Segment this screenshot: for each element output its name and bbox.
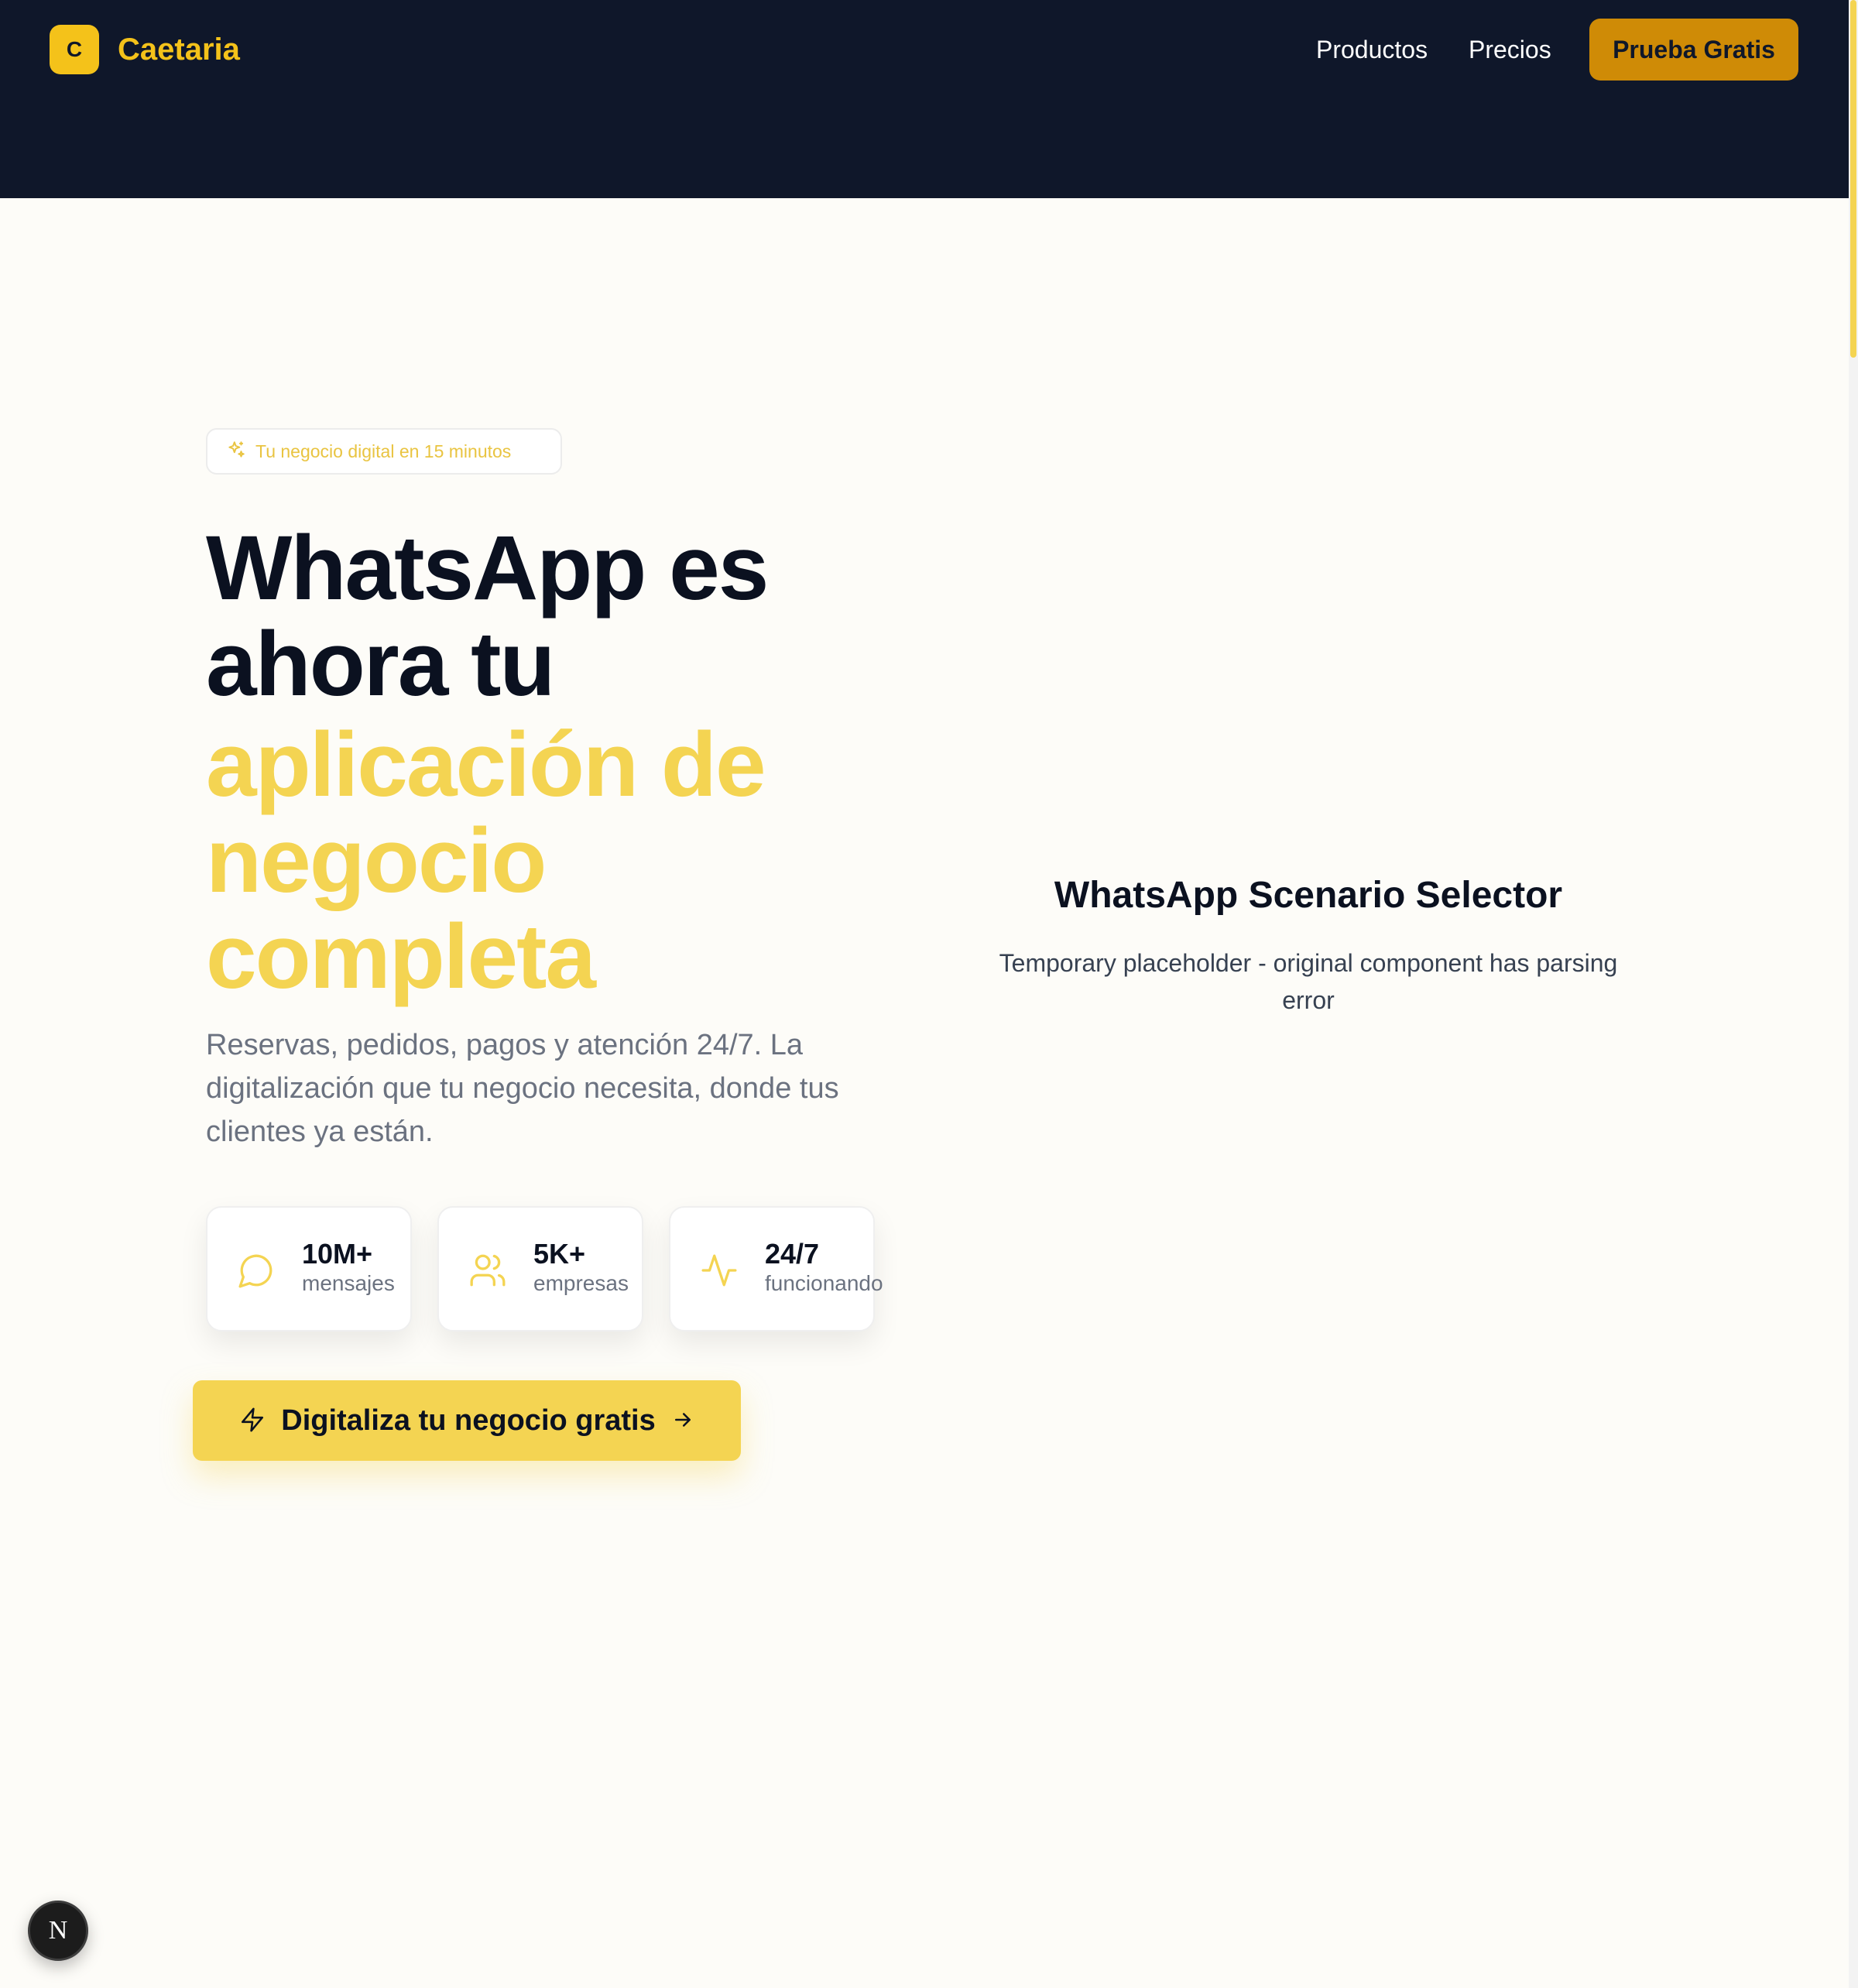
headline-line: ahora tu: [206, 613, 556, 715]
nextjs-dev-badge[interactable]: N: [28, 1901, 88, 1961]
message-circle-icon: [237, 1251, 276, 1290]
stat-label: empresas: [533, 1271, 629, 1295]
stat-card-mensajes: 10M+ mensajes: [206, 1206, 412, 1332]
logo-badge[interactable]: C: [50, 25, 99, 74]
stat-card-funcionando: 24/7 funcionando: [669, 1206, 883, 1332]
nav-precios-link[interactable]: Precios: [1469, 31, 1551, 68]
arrow-right-icon: [671, 1408, 694, 1434]
placeholder-title: WhatsApp Scenario Selector: [1054, 875, 1563, 916]
hero-headline: WhatsApp es ahora tu aplicación de negoc…: [206, 520, 903, 1005]
zap-icon: [239, 1407, 266, 1435]
stat-value: 24/7: [765, 1238, 820, 1270]
placeholder-description: Temporary placeholder - original compone…: [999, 949, 1618, 1014]
brand-name[interactable]: Caetaria: [118, 28, 240, 71]
stat-label: mensajes: [302, 1271, 395, 1295]
hero-badge: Tu negocio digital en 15 minutos: [206, 428, 562, 475]
hero-description: Reservas, pedidos, pagos y atención 24/7…: [206, 1029, 839, 1148]
headline-accent-line: completa: [206, 906, 596, 1008]
nextjs-letter: N: [48, 1916, 68, 1945]
users-icon: [468, 1251, 507, 1290]
prueba-gratis-button[interactable]: Prueba Gratis: [1589, 19, 1798, 81]
stat-label: funcionando: [765, 1271, 883, 1295]
nav-productos-link[interactable]: Productos: [1316, 31, 1428, 68]
stat-value: 5K+: [533, 1238, 586, 1270]
site-header: C Caetaria Productos Precios Prueba Grat…: [0, 0, 1849, 198]
sparkles-icon: [226, 440, 246, 464]
headline-accent-line: aplicación de: [206, 714, 766, 816]
stat-value: 10M+: [302, 1238, 373, 1270]
activity-icon: [700, 1251, 739, 1290]
cta-label: Digitaliza tu negocio gratis: [281, 1404, 656, 1437]
hero-badge-text: Tu negocio digital en 15 minutos: [255, 440, 512, 461]
stat-card-empresas: 5K+ empresas: [437, 1206, 643, 1332]
digitaliza-negocio-button[interactable]: Digitaliza tu negocio gratis: [193, 1380, 741, 1461]
headline-accent-line: negocio: [206, 810, 547, 912]
scrollbar-thumb[interactable]: [1850, 0, 1856, 358]
logo-letter: C: [66, 37, 83, 61]
headline-line: WhatsApp es: [206, 517, 769, 619]
